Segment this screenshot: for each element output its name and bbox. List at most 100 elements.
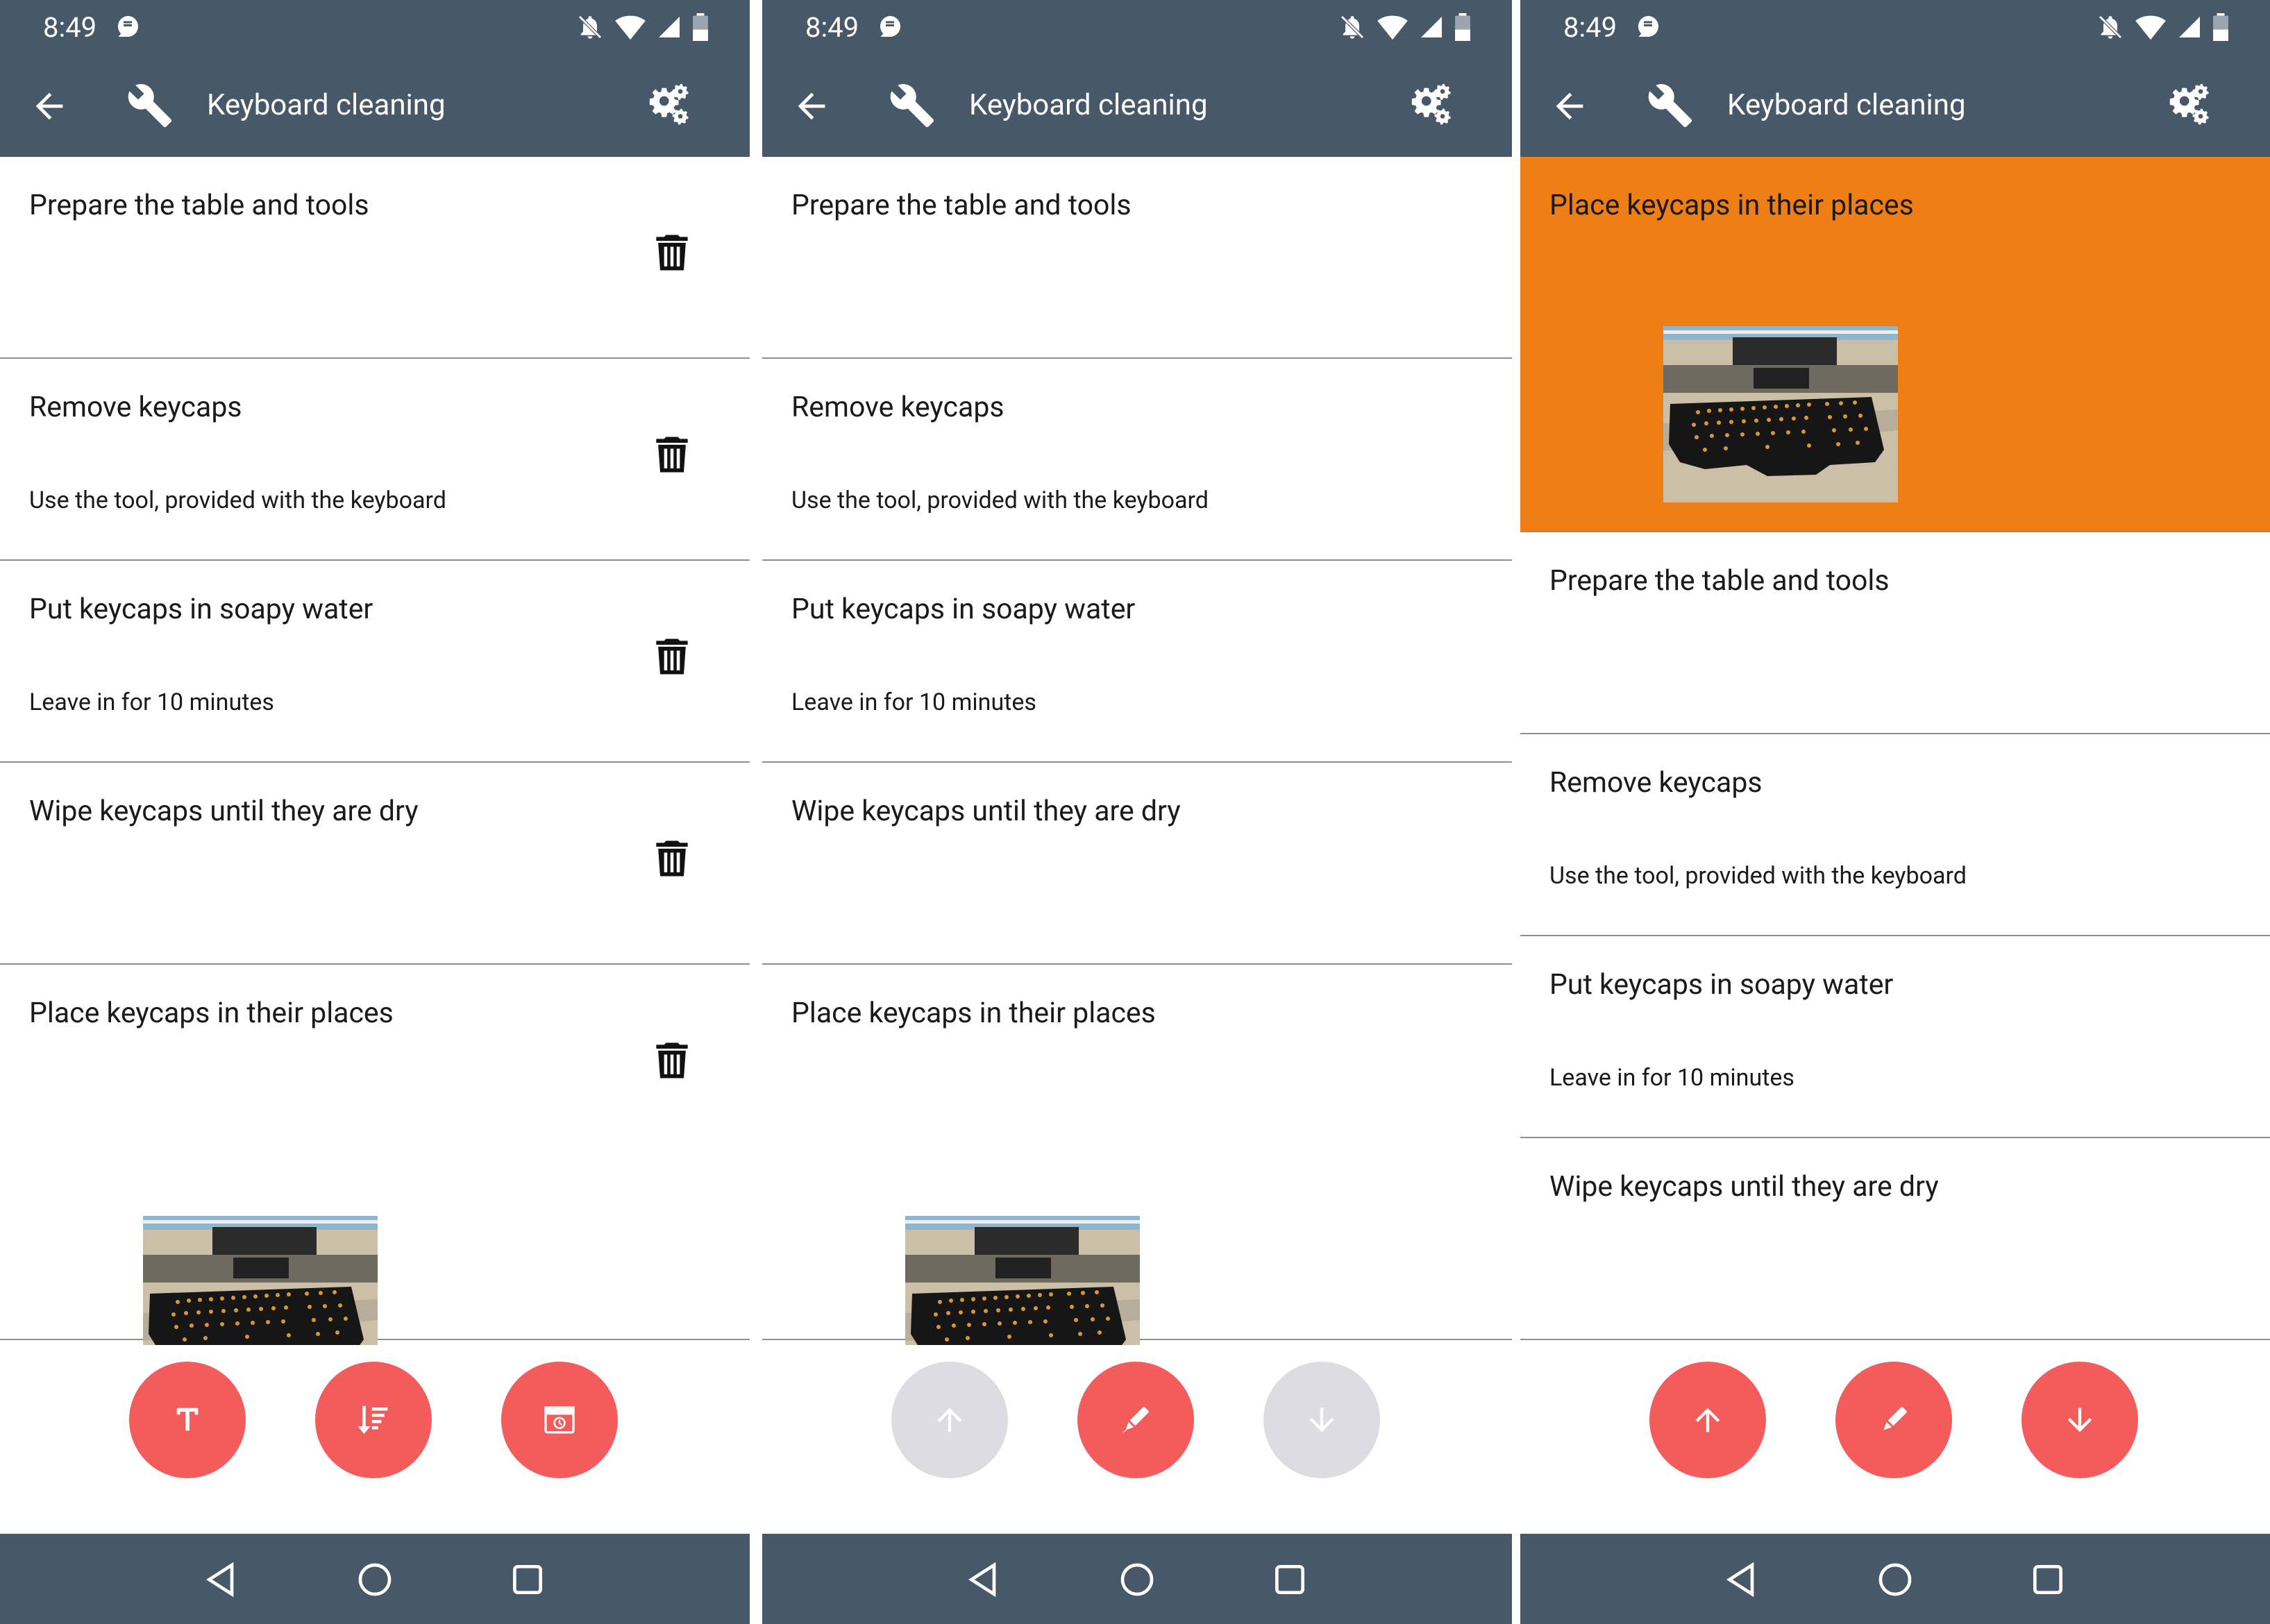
wifi-icon: [615, 15, 646, 40]
move-up-button[interactable]: [1649, 1362, 1766, 1478]
item-title: Wipe keycaps until they are dry: [791, 795, 1181, 828]
item-title: Prepare the table and tools: [1549, 564, 1890, 598]
item-description: Use the tool, provided with the keyboard: [29, 487, 446, 514]
edit-button[interactable]: [1835, 1362, 1952, 1478]
item-description: Leave in for 10 minutes: [791, 688, 1036, 716]
wrench-icon: [890, 84, 934, 128]
back-arrow-icon[interactable]: [29, 86, 69, 126]
timer-icon: [544, 1406, 575, 1434]
toolbar: Keyboard cleaning: [762, 56, 1512, 157]
trash-icon[interactable]: [648, 1035, 696, 1085]
toolbar-title: Keyboard cleaning: [969, 88, 1208, 122]
back-arrow-icon[interactable]: [791, 86, 832, 126]
list-item-selected[interactable]: Place keycaps in their places: [1520, 157, 2270, 532]
list-item[interactable]: Wipe keycaps until they are dry: [0, 763, 750, 965]
timer-button[interactable]: [501, 1362, 618, 1478]
list-item[interactable]: Prepare the table and tools: [762, 157, 1512, 359]
item-description: Leave in for 10 minutes: [29, 688, 274, 716]
task-list: Place keycaps in their places Prepare th…: [1520, 157, 2270, 1340]
back-triangle-icon[interactable]: [1723, 1560, 1762, 1599]
phone-screen-1: 8:49 Keyboard cleaning Prepare the table…: [0, 0, 750, 1624]
message-notification-icon: [1638, 16, 1658, 37]
item-title: Put keycaps in soapy water: [791, 593, 1136, 626]
home-circle-icon[interactable]: [1118, 1560, 1157, 1599]
edit-icon: [1123, 1407, 1149, 1433]
list-item[interactable]: Prepare the table and tools: [1520, 532, 2270, 734]
recents-square-icon[interactable]: [1270, 1560, 1309, 1599]
item-description: Use the tool, provided with the keyboard: [791, 487, 1209, 514]
list-item[interactable]: Put keycaps in soapy water Leave in for …: [762, 561, 1512, 763]
trash-icon[interactable]: [648, 228, 696, 278]
do-not-disturb-icon: [578, 15, 602, 39]
toolbar-title: Keyboard cleaning: [207, 88, 446, 122]
move-up-button[interactable]: [891, 1362, 1008, 1478]
sort-icon: [358, 1405, 388, 1435]
list-item[interactable]: Put keycaps in soapy water Leave in for …: [0, 561, 750, 763]
wifi-icon: [2135, 15, 2166, 40]
item-title: Put keycaps in soapy water: [29, 593, 373, 626]
trash-icon[interactable]: [648, 834, 696, 883]
toolbar: Keyboard cleaning: [0, 56, 750, 157]
arrow-up-icon: [1695, 1407, 1720, 1432]
item-description: Use the tool, provided with the keyboard: [1549, 862, 1967, 890]
list-item[interactable]: Remove keycaps Use the tool, provided wi…: [762, 359, 1512, 561]
arrow-up-icon: [937, 1407, 962, 1432]
recents-square-icon[interactable]: [508, 1560, 547, 1599]
sort-button[interactable]: [315, 1362, 432, 1478]
move-down-button[interactable]: [2021, 1362, 2138, 1478]
task-list: Prepare the table and tools Remove keyca…: [762, 157, 1512, 1340]
move-down-button[interactable]: [1263, 1362, 1380, 1478]
settings-gears-icon[interactable]: [641, 82, 691, 128]
back-triangle-icon[interactable]: [203, 1560, 242, 1599]
list-item[interactable]: Put keycaps in soapy water Leave in for …: [1520, 936, 2270, 1138]
battery-icon: [693, 13, 708, 41]
back-triangle-icon[interactable]: [965, 1560, 1004, 1599]
item-title: Wipe keycaps until they are dry: [29, 795, 419, 828]
list-item[interactable]: Remove keycaps Use the tool, provided wi…: [1520, 734, 2270, 936]
fab-bar: [762, 1345, 1512, 1534]
back-arrow-icon[interactable]: [1549, 86, 1590, 126]
status-bar: 8:49: [0, 0, 750, 56]
navigation-bar: [0, 1534, 750, 1624]
item-title: Place keycaps in their places: [29, 997, 394, 1030]
do-not-disturb-icon: [2099, 15, 2122, 39]
item-title: Wipe keycaps until they are dry: [1549, 1170, 1939, 1203]
recents-square-icon[interactable]: [2028, 1560, 2067, 1599]
edit-button[interactable]: [1077, 1362, 1194, 1478]
wrench-icon: [1648, 84, 1692, 128]
keyboard-photo: [1663, 326, 1898, 502]
list-item[interactable]: Place keycaps in their places: [762, 965, 1512, 1340]
list-item[interactable]: Prepare the table and tools: [0, 157, 750, 359]
settings-gears-icon[interactable]: [2162, 82, 2212, 128]
do-not-disturb-icon: [1340, 15, 1364, 39]
list-item[interactable]: Remove keycaps Use the tool, provided wi…: [0, 359, 750, 561]
fab-bar: [1520, 1345, 2270, 1534]
item-title: Place keycaps in their places: [791, 997, 1156, 1030]
item-description: Leave in for 10 minutes: [1549, 1064, 1794, 1092]
message-notification-icon: [880, 16, 900, 37]
item-title: Prepare the table and tools: [29, 189, 369, 222]
wifi-icon: [1377, 15, 1408, 40]
signal-icon: [659, 17, 680, 37]
phone-screen-3: 8:49 Keyboard cleaning Place keycaps in …: [1520, 0, 2270, 1624]
settings-gears-icon[interactable]: [1404, 82, 1454, 128]
item-title: Remove keycaps: [791, 391, 1004, 424]
status-time: 8:49: [43, 11, 97, 44]
navigation-bar: [762, 1534, 1512, 1624]
item-title: Place keycaps in their places: [1549, 189, 1914, 222]
list-item[interactable]: Wipe keycaps until they are dry: [762, 763, 1512, 965]
home-circle-icon[interactable]: [355, 1560, 394, 1599]
item-title: Prepare the table and tools: [791, 189, 1132, 222]
add-text-button[interactable]: [129, 1362, 246, 1478]
task-list: Prepare the table and tools Remove keyca…: [0, 157, 750, 1340]
wrench-icon: [128, 84, 172, 128]
trash-icon[interactable]: [648, 632, 696, 682]
toolbar-title: Keyboard cleaning: [1727, 88, 1966, 122]
list-item[interactable]: Wipe keycaps until they are dry: [1520, 1138, 2270, 1340]
trash-icon[interactable]: [648, 430, 696, 480]
home-circle-icon[interactable]: [1876, 1560, 1915, 1599]
item-title: Put keycaps in soapy water: [1549, 968, 1894, 1001]
status-time: 8:49: [805, 11, 859, 44]
battery-icon: [1455, 13, 1470, 41]
list-item[interactable]: Place keycaps in their places: [0, 965, 750, 1340]
